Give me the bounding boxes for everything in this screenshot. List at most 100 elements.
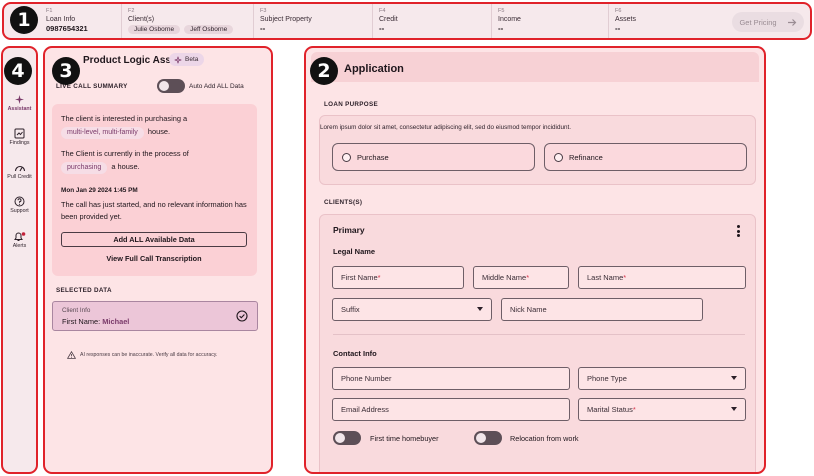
primary-client-title: Primary <box>333 225 365 235</box>
email-address-placeholder: Email Address <box>341 405 389 414</box>
selected-field-value: Michael <box>102 317 130 326</box>
loan-summary-bar: F1 Loan Info 0987654321 F2 Client(s) Jul… <box>2 2 812 40</box>
client-chip[interactable]: Julie Osborne <box>128 25 181 34</box>
purchase-option[interactable]: Purchase <box>332 143 535 171</box>
refinance-label: Refinance <box>569 152 603 162</box>
first-name-placeholder: First Name <box>341 273 378 282</box>
add-all-data-button[interactable]: Add ALL Available Data <box>61 232 247 247</box>
findings-icon <box>14 128 25 139</box>
subject-property-label: Subject Property <box>260 16 312 23</box>
loan-info-label: Loan Info <box>46 16 76 23</box>
rail-item-pull-credit[interactable]: Pull Credit <box>3 163 36 180</box>
selected-card-title: Client Info <box>62 307 91 314</box>
beta-label: Beta <box>185 56 199 63</box>
last-name-field[interactable]: Last Name * <box>578 266 746 289</box>
relocation-toggle[interactable] <box>474 431 502 445</box>
application-panel: Application LOAN PURPOSE Lorem ipsum dol… <box>304 46 766 474</box>
gauge-icon <box>14 165 25 172</box>
get-pricing-label: Get Pricing <box>739 17 777 27</box>
marker-badge-4: 4 <box>4 57 32 85</box>
auto-add-toggle[interactable] <box>157 79 185 93</box>
middle-name-field[interactable]: Middle Name * <box>473 266 569 289</box>
purchase-label: Purchase <box>357 152 389 162</box>
income-key: F5 <box>498 8 505 14</box>
required-asterisk: * <box>632 405 636 414</box>
call-note: The call has just started, and no releva… <box>61 200 247 221</box>
subject-property-value: -- <box>260 24 266 33</box>
marker-badge-1: 1 <box>10 6 38 34</box>
view-transcription-link[interactable]: View Full Call Transcription <box>61 254 247 263</box>
rail-item-support[interactable]: Support <box>3 196 36 214</box>
rail-label-pull-credit: Pull Credit <box>7 174 32 180</box>
sentence-1-end: house. <box>147 127 171 136</box>
credit-value: -- <box>379 24 385 33</box>
assistant-panel: Product Logic Assistant Beta LIVE CALL S… <box>43 46 273 474</box>
chevron-down-icon <box>731 407 737 411</box>
rail-item-assistant[interactable]: Assistant <box>3 94 36 112</box>
clients-section-label: CLIENTS(S) <box>324 199 363 206</box>
credit-label: Credit <box>379 16 398 23</box>
first-name-field[interactable]: First Name * <box>332 266 464 289</box>
radio-circle <box>342 152 351 162</box>
required-asterisk: * <box>526 273 530 282</box>
assets-segment[interactable]: F6 Assets -- <box>609 4 726 38</box>
chevron-down-icon <box>477 307 483 311</box>
selected-field-label: First Name: <box>62 317 101 326</box>
nick-name-field[interactable]: Nick Name <box>501 298 703 321</box>
suffix-select[interactable]: Suffix <box>332 298 492 321</box>
section-divider <box>333 334 745 335</box>
suffix-placeholder: Suffix <box>341 305 360 314</box>
last-name-placeholder: Last Name <box>587 273 624 282</box>
radio-circle <box>554 152 563 162</box>
loan-purpose-label: LOAN PURPOSE <box>324 101 378 108</box>
subject-property-segment[interactable]: F3 Subject Property -- <box>254 4 373 38</box>
selected-data-label: SELECTED DATA <box>56 287 112 294</box>
beta-badge: Beta <box>169 53 205 66</box>
income-label: Income <box>498 16 521 23</box>
refinance-option[interactable]: Refinance <box>544 143 747 171</box>
required-asterisk: * <box>623 273 627 282</box>
summary-sentence-1: The client is interested in purchasing a… <box>61 113 251 141</box>
credit-segment[interactable]: F4 Credit -- <box>373 4 492 38</box>
phone-type-placeholder: Phone Type <box>587 374 627 383</box>
phone-number-field[interactable]: Phone Number <box>332 367 570 390</box>
email-address-field[interactable]: Email Address <box>332 398 570 421</box>
loan-purpose-description: Lorem ipsum dolor sit amet, consectetur … <box>320 124 571 131</box>
rail-label-assistant: Assistant <box>7 106 32 112</box>
phone-type-select[interactable]: Phone Type <box>578 367 746 390</box>
property-type-pill[interactable]: multi-level, multi-family <box>61 127 144 139</box>
left-rail: Assistant Findings Pull Credit Support A… <box>1 46 38 474</box>
legal-name-label: Legal Name <box>333 247 376 256</box>
loan-number: 0987654321 <box>46 24 88 33</box>
first-time-homebuyer-label: First time homebuyer <box>370 434 439 443</box>
rail-item-findings[interactable]: Findings <box>3 128 36 146</box>
summary-sentence-2: The Client is currently in the process o… <box>61 148 251 176</box>
clients-label: Client(s) <box>128 16 155 23</box>
clients-segment[interactable]: F2 Client(s) Julie Osborne Jeff Osborne <box>122 4 254 38</box>
selected-data-card[interactable]: Client Info First Name: Michael <box>52 301 258 331</box>
ai-disclaimer: AI responses can be inaccurate. Verify a… <box>67 351 217 359</box>
check-circle-icon[interactable] <box>236 310 248 322</box>
client-chip[interactable]: Jeff Osborne <box>184 25 234 34</box>
transaction-type-pill[interactable]: purchasing <box>61 162 108 174</box>
middle-name-placeholder: Middle Name <box>482 273 527 282</box>
marker-badge-2: 2 <box>310 57 338 85</box>
warning-icon <box>67 351 76 359</box>
assets-key: F6 <box>615 8 622 14</box>
marker-badge-3: 3 <box>52 57 80 85</box>
phone-number-placeholder: Phone Number <box>341 374 392 383</box>
more-options-icon[interactable] <box>737 225 740 239</box>
disclaimer-text: AI responses can be inaccurate. Verify a… <box>80 352 218 358</box>
sparkle-icon <box>15 95 24 104</box>
income-segment[interactable]: F5 Income -- <box>492 4 609 38</box>
call-summary-card: The client is interested in purchasing a… <box>52 104 257 276</box>
assets-value: -- <box>615 24 621 33</box>
get-pricing-button[interactable]: Get Pricing <box>732 12 804 32</box>
rail-item-alerts[interactable]: Alerts <box>3 231 36 249</box>
first-time-homebuyer-toggle[interactable] <box>333 431 361 445</box>
selected-card-field: First Name: Michael <box>62 317 129 326</box>
loan-info-key: F1 <box>46 8 53 14</box>
marital-status-select[interactable]: Marital Status * <box>578 398 746 421</box>
subject-property-key: F3 <box>260 8 267 14</box>
assets-label: Assets <box>615 16 637 23</box>
